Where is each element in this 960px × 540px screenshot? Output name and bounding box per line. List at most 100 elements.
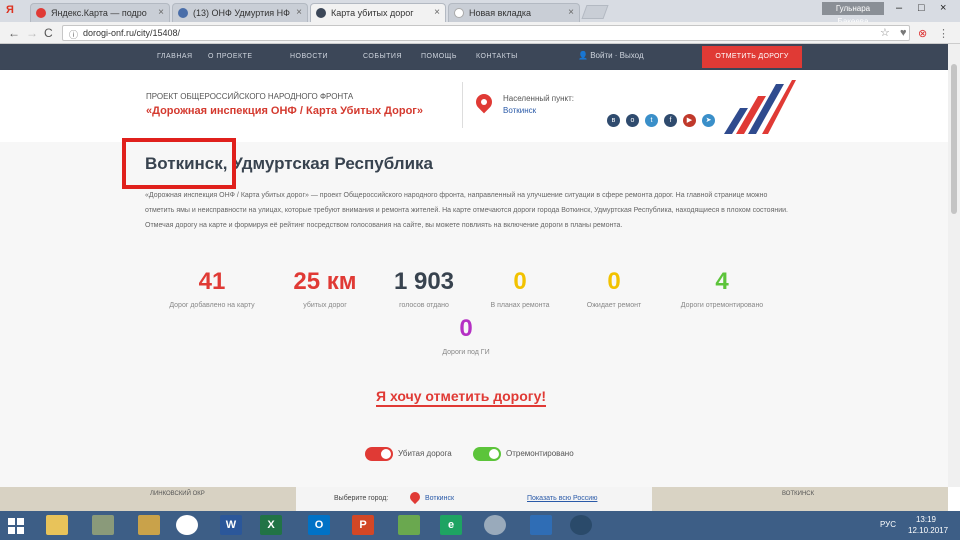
choose-city-label: Выберите город: — [334, 495, 389, 502]
twitter-icon[interactable]: t — [645, 114, 658, 127]
screen: Я Яндекс.Карта — подро × (13) ОНФ Удмурт… — [0, 0, 960, 540]
project-title[interactable]: «Дорожная инспекция ОНФ / Карта Убитых Д… — [146, 105, 423, 117]
stat-label: Дороги под ГИ — [442, 349, 490, 356]
paint-icon[interactable] — [398, 515, 420, 535]
repaired-road-toggle[interactable] — [473, 447, 501, 461]
clock-time: 13:19 — [915, 515, 937, 524]
map-preview-left[interactable]: ЛИНКОВСКИЙ ОКР — [0, 487, 296, 511]
map-label: ЛИНКОВСКИЙ ОКР — [150, 491, 205, 497]
stat-repaired: 4 Дороги отремонтировано — [667, 268, 777, 309]
back-icon[interactable]: ← — [8, 26, 20, 40]
forward-icon[interactable]: → — [26, 26, 38, 40]
extension-icon[interactable]: ⊗ — [918, 27, 927, 40]
close-icon[interactable]: × — [296, 7, 302, 18]
folder-icon[interactable] — [138, 515, 160, 535]
page-description: «Дорожная инспекция ОНФ / Карта убитых д… — [145, 192, 788, 229]
stat-value: 25 км — [293, 268, 357, 295]
bookmark-star-icon[interactable]: ☆ — [880, 26, 890, 39]
info-icon[interactable]: ⓘ — [69, 28, 78, 41]
site-header: ПРОЕКТ ОБЩЕРОССИЙСКОГО НАРОДНОГО ФРОНТА … — [0, 70, 948, 142]
close-icon[interactable]: × — [158, 7, 164, 18]
browser-icon[interactable] — [570, 515, 592, 535]
youtube-icon[interactable]: ▶ — [683, 114, 696, 127]
profile-badge[interactable]: Гульнара Бакеева — [822, 2, 884, 26]
stat-label: Ожидает ремонт — [586, 302, 642, 309]
stat-value: 4 — [715, 268, 729, 295]
edge-icon[interactable]: e — [440, 515, 462, 535]
menu-icon[interactable]: ⋮ — [938, 27, 949, 40]
reload-icon[interactable]: C — [44, 26, 53, 40]
minimize-icon[interactable]: – — [896, 2, 902, 14]
word-icon[interactable]: W — [220, 515, 242, 535]
stat-value: 0 — [459, 315, 473, 342]
speedometer-icon[interactable] — [484, 515, 506, 535]
stat-awaiting: 0 Ожидает ремонт — [559, 268, 669, 309]
map-preview-right[interactable]: ВОТКИНСК — [652, 487, 948, 511]
ok-icon[interactable]: о — [626, 114, 639, 127]
excel-icon[interactable]: X — [260, 515, 282, 535]
nav-item-contacts[interactable]: КОНТАКТЫ — [476, 53, 518, 60]
stat-label: голосов отдано — [399, 302, 449, 309]
windows-taskbar: W X O P e РУС 13:19 12.10.2017 — [0, 511, 960, 540]
user-icon: 👤 — [578, 51, 591, 60]
telegram-icon[interactable]: ➤ — [702, 114, 715, 127]
stat-bad-roads-km: 25 км убитых дорог — [270, 268, 380, 309]
maximize-icon[interactable]: □ — [918, 2, 925, 14]
tab-label: Яндекс.Карта — подро — [51, 8, 147, 18]
stat-value: 0 — [607, 268, 621, 295]
blank-icon — [454, 8, 464, 18]
tab-new[interactable]: Новая вкладка × — [448, 3, 580, 22]
url-text: dorogi-onf.ru/city/15408/ — [83, 28, 181, 38]
tab-yandex-maps[interactable]: Яндекс.Карта — подро × — [30, 3, 170, 22]
user-menu-label: Войти · Выход — [590, 51, 644, 60]
tab-dorogi[interactable]: Карта убитых дорог × — [310, 3, 446, 22]
tools-icon[interactable] — [92, 515, 114, 535]
tab-label: Карта убитых дорог — [331, 8, 414, 18]
close-icon[interactable]: × — [434, 7, 440, 18]
stat-label: Дорог добавлено на карту — [169, 302, 255, 309]
nav-item-help[interactable]: ПОМОЩЬ — [421, 53, 457, 60]
stat-roads-added: 41 Дорог добавлено на карту — [157, 268, 267, 309]
bad-road-toggle[interactable] — [365, 447, 393, 461]
new-tab-button[interactable] — [581, 5, 609, 19]
stat-label: убитых дорог — [303, 302, 347, 309]
tab-onf[interactable]: (13) ОНФ Удмуртия НФ × — [172, 3, 308, 22]
window-close-icon[interactable]: × — [940, 2, 946, 14]
extension-heart-icon[interactable]: ♥ — [900, 27, 907, 39]
user-menu[interactable]: 👤 Войти · Выход — [578, 51, 644, 60]
nav-item-main[interactable]: ГЛАВНАЯ — [157, 53, 193, 60]
facebook-icon[interactable]: f — [664, 114, 677, 127]
nav-item-about[interactable]: О ПРОЕКТЕ — [208, 53, 253, 60]
system-clock[interactable]: 13:19 12.10.2017 — [908, 514, 948, 536]
map-label: ВОТКИНСК — [782, 491, 815, 497]
location-value[interactable]: Воткинск — [503, 106, 536, 115]
scrollbar-thumb[interactable] — [951, 64, 957, 214]
stat-label: Дороги отремонтировано — [680, 302, 764, 309]
city-select[interactable]: Воткинск — [425, 495, 454, 502]
close-icon[interactable]: × — [568, 7, 574, 18]
map-strip: ЛИНКОВСКИЙ ОКР Выберите город: Воткинск … — [0, 487, 948, 511]
file-explorer-icon[interactable] — [46, 515, 68, 535]
tab-label: (13) ОНФ Удмуртия НФ — [193, 8, 290, 18]
stat-value: 1 903 — [393, 268, 455, 295]
chrome-icon[interactable] — [176, 515, 198, 535]
legend-bad-road: Убитая дорога — [398, 449, 452, 458]
app-icon[interactable] — [530, 515, 552, 535]
vk-icon[interactable]: в — [607, 114, 620, 127]
road-icon — [316, 8, 326, 18]
show-russia-link[interactable]: Показать всю Россию — [527, 495, 597, 502]
url-input[interactable]: ⓘ dorogi-onf.ru/city/15408/ — [62, 25, 910, 41]
header-divider — [462, 82, 463, 128]
yandex-browser-logo[interactable]: Я — [6, 4, 14, 16]
mark-road-link[interactable]: Я хочу отметить дорогу! — [376, 388, 547, 407]
browser-tabstrip: Я Яндекс.Карта — подро × (13) ОНФ Удмурт… — [0, 0, 960, 26]
windows-start-icon[interactable] — [8, 518, 24, 534]
nav-item-events[interactable]: СОБЫТИЯ — [363, 53, 402, 60]
powerpoint-icon[interactable]: P — [352, 515, 374, 535]
mark-road-button[interactable]: ОТМЕТИТЬ ДОРОГУ — [702, 46, 802, 68]
outlook-icon[interactable]: O — [308, 515, 330, 535]
nav-item-news[interactable]: НОВОСТИ — [290, 53, 328, 60]
language-indicator[interactable]: РУС — [880, 520, 896, 529]
page-scrollbar[interactable] — [948, 44, 960, 487]
location-pin-icon — [472, 90, 496, 114]
